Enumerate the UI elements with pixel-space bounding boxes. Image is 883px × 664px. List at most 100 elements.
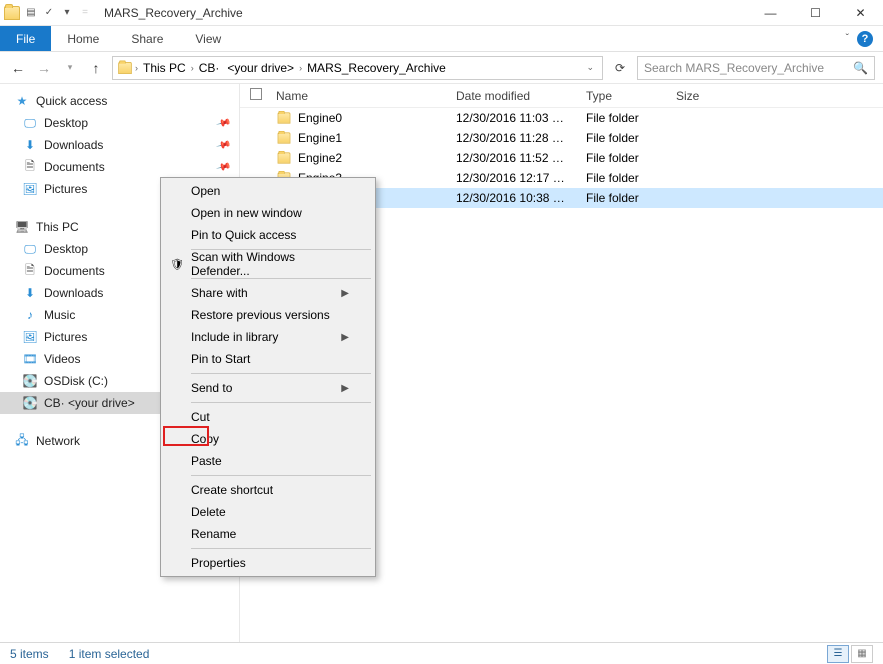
col-name[interactable]: Name xyxy=(276,89,456,103)
chevron-right-icon[interactable]: › xyxy=(135,63,138,73)
context-menu-item[interactable]: Open in new window xyxy=(163,202,373,224)
context-menu-item[interactable]: Rename xyxy=(163,523,373,545)
disk-icon: 💽 xyxy=(22,395,38,411)
icons-view-button[interactable]: ▦ xyxy=(851,645,873,663)
status-selection-count: 1 item selected xyxy=(69,647,150,661)
nav-forward-button[interactable]: → xyxy=(34,58,54,78)
breadcrumb-0[interactable]: This PC xyxy=(140,61,189,75)
breadcrumb-3[interactable]: MARS_Recovery_Archive xyxy=(304,61,449,75)
col-size[interactable]: Size xyxy=(676,89,756,103)
context-menu-item[interactable]: Cut xyxy=(163,406,373,428)
context-menu-item[interactable]: Restore previous versions xyxy=(163,304,373,326)
document-icon: 🗎 xyxy=(22,263,38,279)
maximize-button[interactable]: ☐ xyxy=(793,0,838,26)
nav-quick-access[interactable]: ★ Quick access xyxy=(0,90,239,112)
search-icon: 🔍 xyxy=(853,61,868,75)
chevron-right-icon[interactable]: › xyxy=(299,63,302,73)
nav-up-button[interactable]: ↑ xyxy=(86,58,106,78)
qat-new-folder-icon[interactable]: ✓ xyxy=(42,6,56,20)
chevron-right-icon: ▶ xyxy=(341,332,349,343)
col-check[interactable] xyxy=(250,88,276,103)
context-menu-separator xyxy=(191,373,371,374)
window-title: MARS_Recovery_Archive xyxy=(104,6,243,20)
statusbar: 5 items 1 item selected ☰ ▦ xyxy=(0,642,883,664)
context-menu-label: Open in new window xyxy=(191,206,302,220)
row-type: File folder xyxy=(586,191,676,205)
ribbon-tab-view[interactable]: View xyxy=(179,26,237,51)
chevron-right-icon[interactable]: › xyxy=(191,63,194,73)
chevron-right-icon: ▶ xyxy=(341,383,349,394)
pc-icon: 🖥 xyxy=(14,219,30,235)
download-icon: ⬇ xyxy=(22,137,38,153)
address-bar[interactable]: › This PC › CB· <your drive> › MARS_Reco… xyxy=(112,56,603,80)
nav-quick-downloads[interactable]: ⬇Downloads📌 xyxy=(0,134,239,156)
network-icon: 🖧 xyxy=(14,433,30,449)
file-row[interactable]: Engine212/30/2016 11:52 …File folder xyxy=(240,148,883,168)
nav-recent-dropdown[interactable]: ▾ xyxy=(60,58,80,78)
context-menu-label: Include in library xyxy=(191,330,278,344)
context-menu-label: Send to xyxy=(191,381,232,395)
address-folder-icon xyxy=(118,62,132,74)
context-menu-label: Pin to Start xyxy=(191,352,250,366)
qat-dropdown-icon[interactable]: ▾ xyxy=(60,6,74,20)
breadcrumb-2[interactable]: <your drive> xyxy=(224,61,297,75)
music-icon: ♪ xyxy=(22,307,38,323)
titlebar: ▤ ✓ ▾ = MARS_Recovery_Archive — ☐ ✕ xyxy=(0,0,883,26)
context-menu-item[interactable]: Delete xyxy=(163,501,373,523)
context-menu-label: Pin to Quick access xyxy=(191,228,296,242)
file-row[interactable]: Engine012/30/2016 11:03 …File folder xyxy=(240,108,883,128)
file-row[interactable]: Engine112/30/2016 11:28 …File folder xyxy=(240,128,883,148)
ribbon-expand-icon[interactable]: ˇ xyxy=(846,33,849,44)
context-menu-item[interactable]: Include in library ▶ xyxy=(163,326,373,348)
context-menu-label: Share with xyxy=(191,286,248,300)
context-menu-item[interactable]: 🛡Scan with Windows Defender... xyxy=(163,253,373,275)
context-menu-item[interactable]: Copy xyxy=(163,428,373,450)
context-menu-item[interactable]: Share with ▶ xyxy=(163,282,373,304)
context-menu-item[interactable]: Properties xyxy=(163,552,373,574)
context-menu-label: Copy xyxy=(191,432,219,446)
breadcrumb-1[interactable]: CB· xyxy=(196,61,223,75)
nav-back-button[interactable]: ← xyxy=(8,58,28,78)
context-menu-item[interactable]: Pin to Start xyxy=(163,348,373,370)
chevron-right-icon: ▶ xyxy=(341,288,349,299)
context-menu-item[interactable]: Paste xyxy=(163,450,373,472)
document-icon: 🗎 xyxy=(22,159,38,175)
context-menu-item[interactable]: Send to ▶ xyxy=(163,377,373,399)
row-date: 12/30/2016 10:38 … xyxy=(456,191,586,205)
select-all-checkbox[interactable] xyxy=(250,88,262,100)
ribbon-tab-share[interactable]: Share xyxy=(115,26,179,51)
nav-quick-documents[interactable]: 🗎Documents📌 xyxy=(0,156,239,178)
context-menu-label: Delete xyxy=(191,505,226,519)
context-menu-item[interactable]: Pin to Quick access xyxy=(163,224,373,246)
context-menu-label: Properties xyxy=(191,556,246,570)
col-date[interactable]: Date modified xyxy=(456,89,586,103)
status-item-count: 5 items xyxy=(10,647,49,661)
navbar: ← → ▾ ↑ › This PC › CB· <your drive> › M… xyxy=(0,52,883,84)
pin-icon: 📌 xyxy=(215,159,231,175)
context-menu-label: Restore previous versions xyxy=(191,308,330,322)
nav-quick-desktop[interactable]: 🖵Desktop📌 xyxy=(0,112,239,134)
context-menu-label: Scan with Windows Defender... xyxy=(191,250,349,278)
qat-separator: = xyxy=(78,6,92,20)
address-dropdown-icon[interactable]: ⌄ xyxy=(582,62,598,73)
refresh-button[interactable]: ⟳ xyxy=(609,57,631,79)
context-menu-item[interactable]: Create shortcut xyxy=(163,479,373,501)
pictures-icon: 🖼 xyxy=(22,329,38,345)
details-view-button[interactable]: ☰ xyxy=(827,645,849,663)
context-menu-label: Create shortcut xyxy=(191,483,273,497)
search-box[interactable]: Search MARS_Recovery_Archive 🔍 xyxy=(637,56,875,80)
context-menu-label: Cut xyxy=(191,410,210,424)
pictures-icon: 🖼 xyxy=(22,181,38,197)
download-icon: ⬇ xyxy=(22,285,38,301)
ribbon-tab-home[interactable]: Home xyxy=(51,26,115,51)
qat-properties-icon[interactable]: ▤ xyxy=(24,6,38,20)
col-type[interactable]: Type xyxy=(586,89,676,103)
minimize-button[interactable]: — xyxy=(748,0,793,26)
close-button[interactable]: ✕ xyxy=(838,0,883,26)
help-icon[interactable]: ? xyxy=(857,31,873,47)
pin-icon: 📌 xyxy=(215,115,231,131)
context-menu-label: Open xyxy=(191,184,220,198)
context-menu-item[interactable]: Open xyxy=(163,180,373,202)
ribbon-file-tab[interactable]: File xyxy=(0,26,51,51)
context-menu: Open Open in new window Pin to Quick acces… xyxy=(160,177,376,577)
